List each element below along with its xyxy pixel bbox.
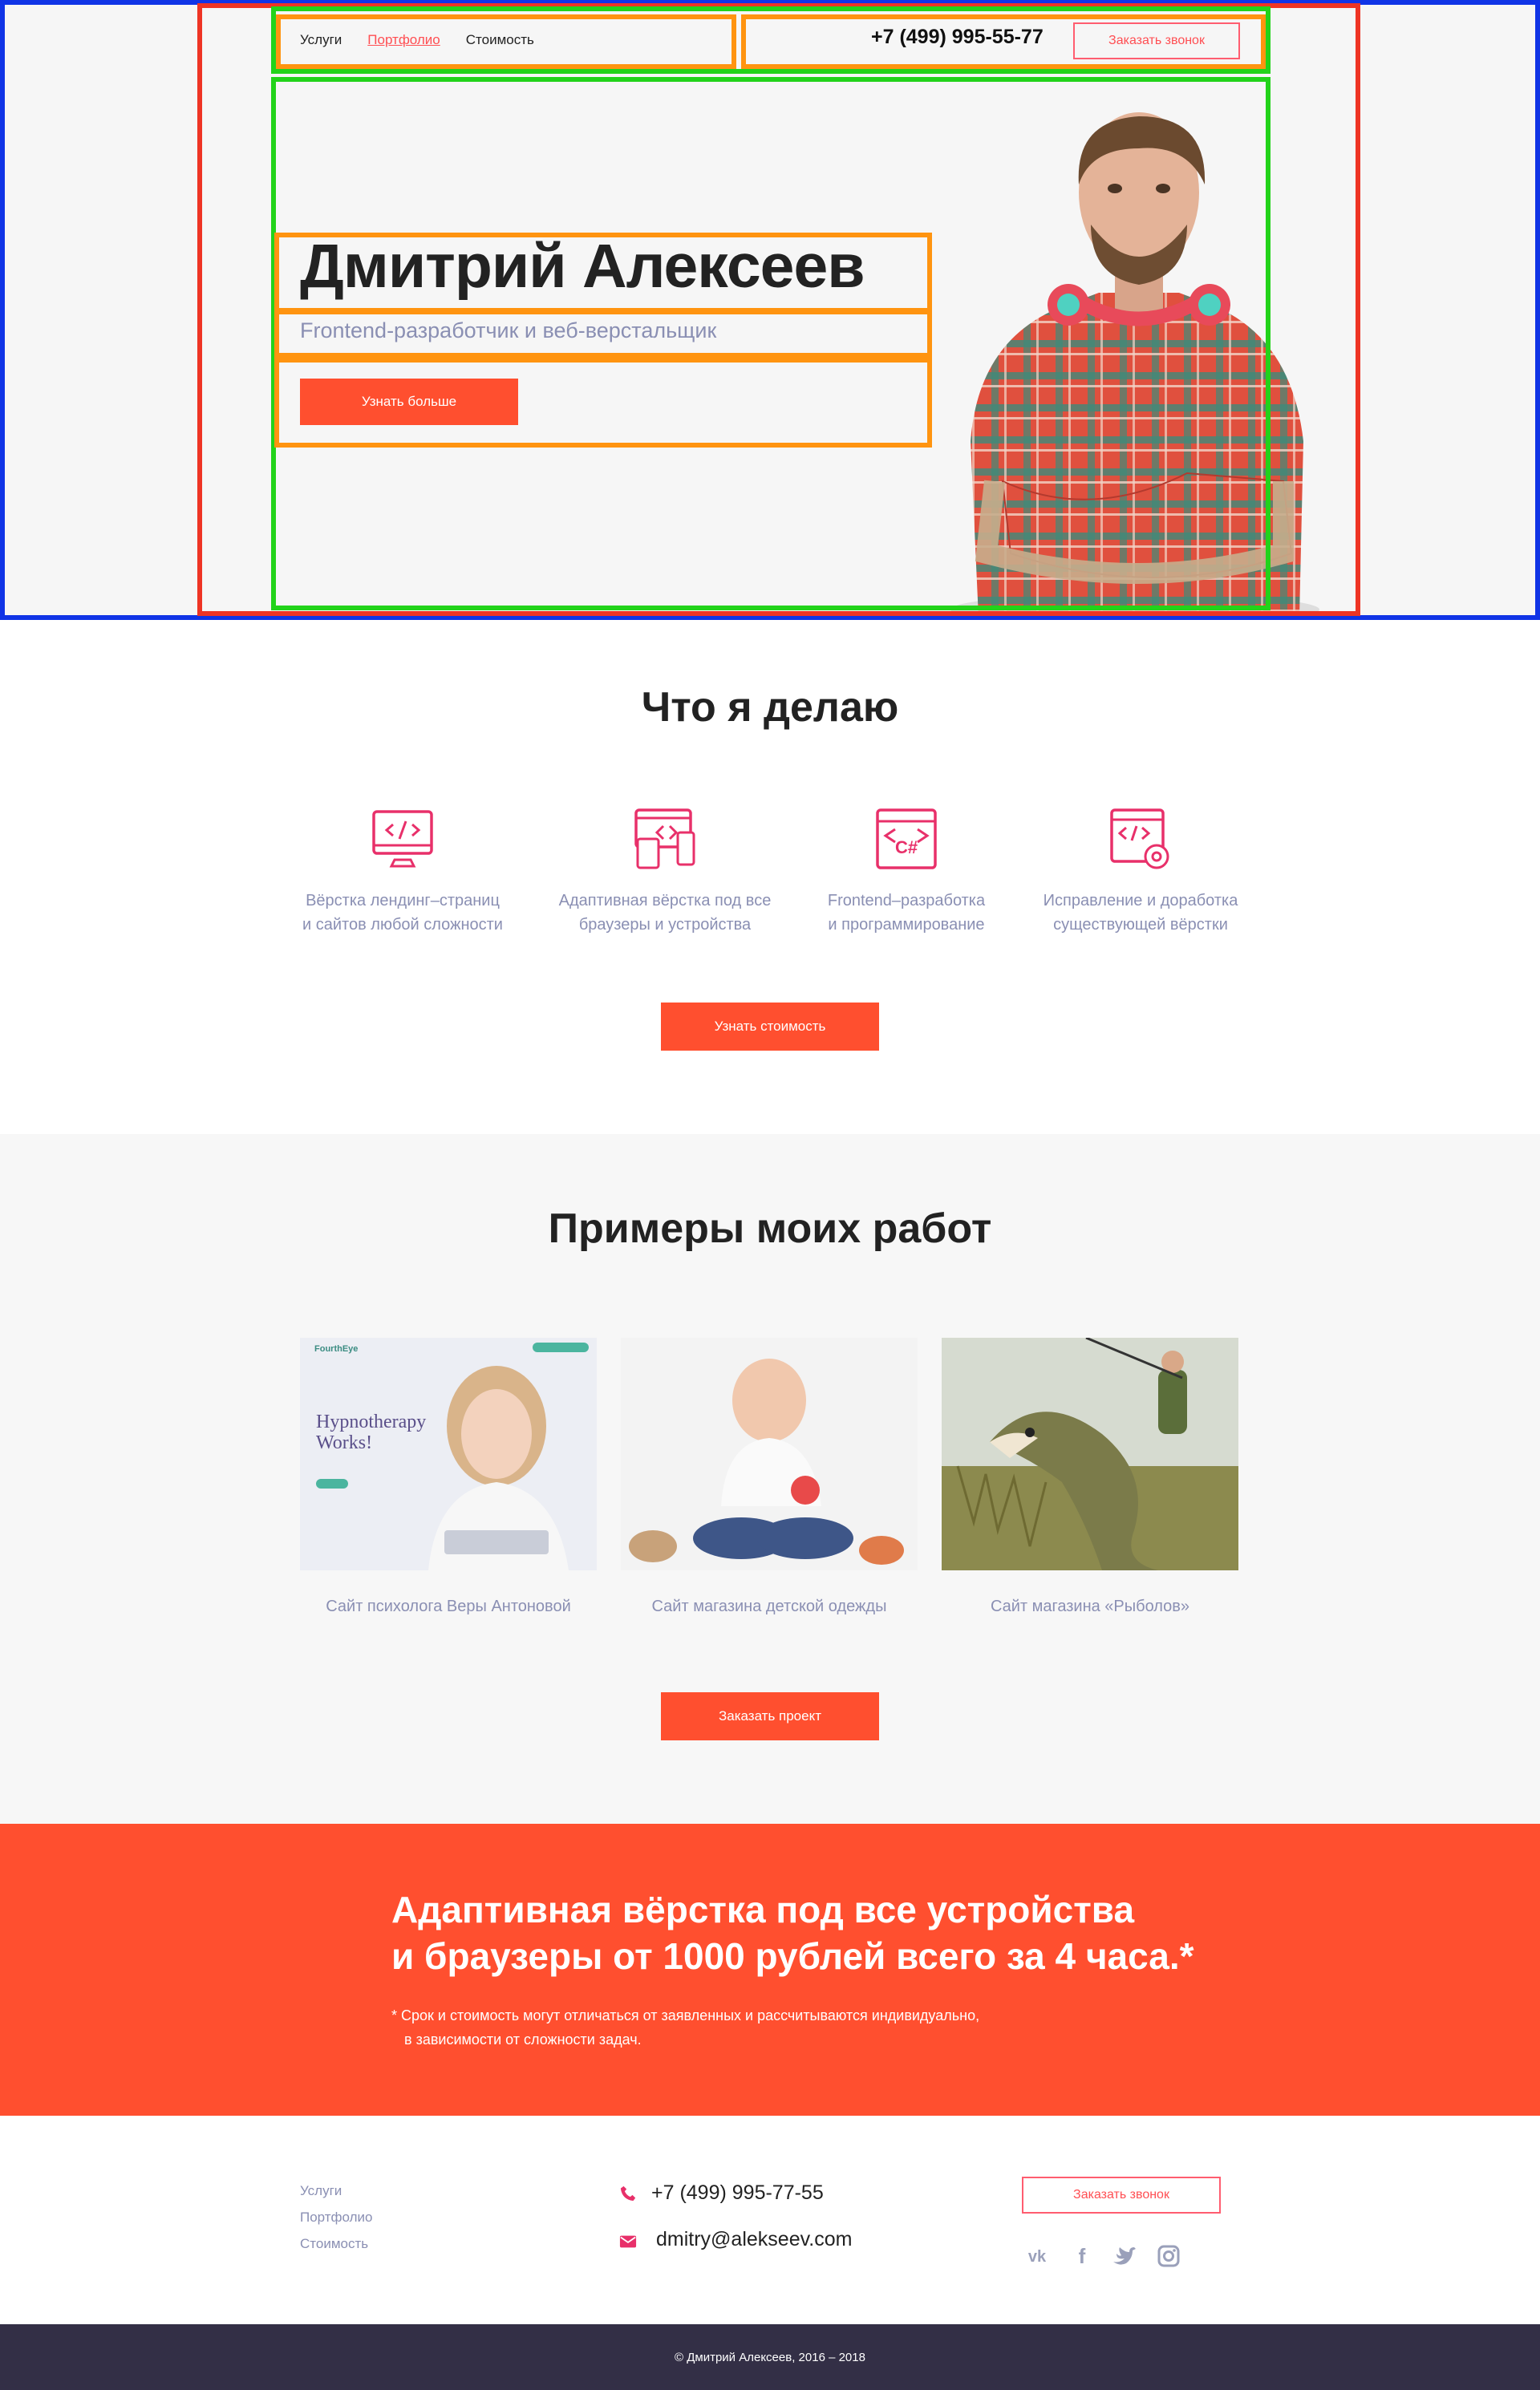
csharp-window-icon: C#: [876, 808, 937, 869]
hero-subtitle: Frontend-разработчик и веб-верстальщик: [300, 318, 717, 342]
portfolio-card[interactable]: Сайт магазина детской одежды: [621, 1338, 918, 1616]
promo-banner: Адаптивная вёрстка под все устройства и …: [0, 1824, 1540, 2116]
thumb-woman-image: [428, 1366, 569, 1570]
nav-link-portfolio[interactable]: Портфолио: [367, 32, 440, 48]
service-item: C# Frontend–разработка и программирование: [786, 807, 1027, 937]
portfolio-caption: Сайт психолога Веры Антоновой: [326, 1598, 571, 1615]
works-title: Примеры моих работ: [548, 1205, 992, 1252]
portrait-image: [950, 112, 1319, 618]
main-nav: Услуги Портфолио Стоимость: [300, 32, 534, 48]
header-call-button[interactable]: Заказать звонок: [1073, 22, 1240, 59]
svg-text:vk: vk: [1028, 2248, 1047, 2266]
footer: Услуги Портфолио Стоимость +7 (499) 995-…: [0, 2116, 1540, 2324]
thumb-pike-image: [942, 1338, 1238, 1570]
thumb-baby-image: [629, 1359, 904, 1565]
nav-link-pricing[interactable]: Стоимость: [466, 32, 534, 48]
nav-link-services[interactable]: Услуги: [300, 32, 342, 48]
thumb-logo: FourthEye: [314, 1344, 359, 1354]
services-title: Что я делаю: [641, 684, 899, 731]
thumb-button: [316, 1479, 348, 1489]
promo-heading-line2: и браузеры от 1000 рублей всего за 4 час…: [391, 1935, 1194, 1977]
facebook-icon[interactable]: f: [1068, 2242, 1096, 2270]
promo-heading: Адаптивная вёрстка под все устройства и …: [391, 1886, 1194, 1979]
service-text-line2: браузеры и устройства: [578, 916, 752, 934]
devices-icon: [634, 808, 695, 869]
footer-link-portfolio[interactable]: Портфолио: [300, 2210, 372, 2226]
portfolio-card[interactable]: Сайт магазина «Рыболов»: [942, 1338, 1238, 1616]
mail-icon: [619, 2235, 637, 2248]
order-project-button[interactable]: Заказать проект: [661, 1692, 879, 1740]
hero-name: Дмитрий Алексеев: [300, 232, 865, 301]
instagram-icon[interactable]: [1155, 2242, 1182, 2270]
portfolio-card[interactable]: FourthEye Hypnotherapy Works! Сайт психо…: [300, 1338, 597, 1616]
promo-note-line1: * Срок и стоимость могут отличаться от з…: [391, 2007, 980, 2023]
service-text-line1: Вёрстка лендинг–страниц: [306, 892, 500, 909]
promo-note: * Срок и стоимость могут отличаться от з…: [391, 2003, 979, 2052]
copyright-bar: © Дмитрий Алексеев, 2016 – 2018: [0, 2324, 1540, 2390]
svg-text:C#: C#: [895, 837, 918, 857]
portfolio-thumb-psychologist: FourthEye Hypnotherapy Works!: [300, 1338, 597, 1570]
code-settings-icon: [1110, 808, 1169, 869]
service-item: Исправление и доработка существующей вёрс…: [1020, 807, 1261, 937]
service-text-line2: существующей вёрстки: [1053, 916, 1228, 934]
header-phone[interactable]: +7 (499) 995-55-77: [871, 26, 1044, 49]
promo-heading-line1: Адаптивная вёрстка под все устройства: [391, 1889, 1135, 1930]
service-item: Вёрстка лендинг–страниц и сайтов любой сл…: [282, 807, 523, 937]
thumb-heading: Hypnotherapy Works!: [316, 1412, 427, 1453]
vk-icon[interactable]: vk: [1023, 2242, 1051, 2270]
promo-note-line2: в зависимости от сложности задач.: [404, 2032, 642, 2048]
get-price-button[interactable]: Узнать стоимость: [661, 1003, 879, 1051]
portfolio-caption: Сайт магазина «Рыболов»: [990, 1598, 1190, 1615]
footer-link-pricing[interactable]: Стоимость: [300, 2236, 368, 2252]
portfolio-thumb-kids-store: [621, 1338, 918, 1570]
hero-learn-more-button[interactable]: Узнать больше: [300, 379, 518, 425]
thumb-cta-pill: [533, 1343, 589, 1352]
service-text-line1: Адаптивная вёрстка под все: [558, 892, 772, 909]
hero-section: Услуги Портфолио Стоимость +7 (499) 995-…: [0, 0, 1540, 620]
svg-text:f: f: [1079, 2244, 1086, 2268]
portfolio-thumb-fishing-store: [942, 1338, 1238, 1570]
service-text-line2: и программирование: [828, 916, 985, 934]
copyright-text: © Дмитрий Алексеев, 2016 – 2018: [675, 2350, 865, 2364]
monitor-code-icon: [372, 810, 433, 868]
footer-call-button[interactable]: Заказать звонок: [1022, 2177, 1221, 2214]
service-text-line1: Исправление и доработка: [1043, 892, 1238, 909]
phone-icon: [620, 2185, 636, 2202]
service-item: Адаптивная вёрстка под все браузеры и уст…: [545, 807, 785, 937]
footer-link-services[interactable]: Услуги: [300, 2183, 342, 2199]
portfolio-caption: Сайт магазина детской одежды: [651, 1598, 887, 1615]
footer-phone[interactable]: +7 (499) 995-77-55: [651, 2181, 824, 2205]
service-text-line2: и сайтов любой сложности: [302, 916, 503, 934]
twitter-icon[interactable]: [1110, 2242, 1137, 2270]
works-section: Примеры моих работ FourthEye Hypnotherap…: [0, 1134, 1540, 1824]
footer-email[interactable]: dmitry@alekseev.com: [656, 2228, 852, 2251]
service-text-line1: Frontend–разработка: [827, 892, 986, 909]
